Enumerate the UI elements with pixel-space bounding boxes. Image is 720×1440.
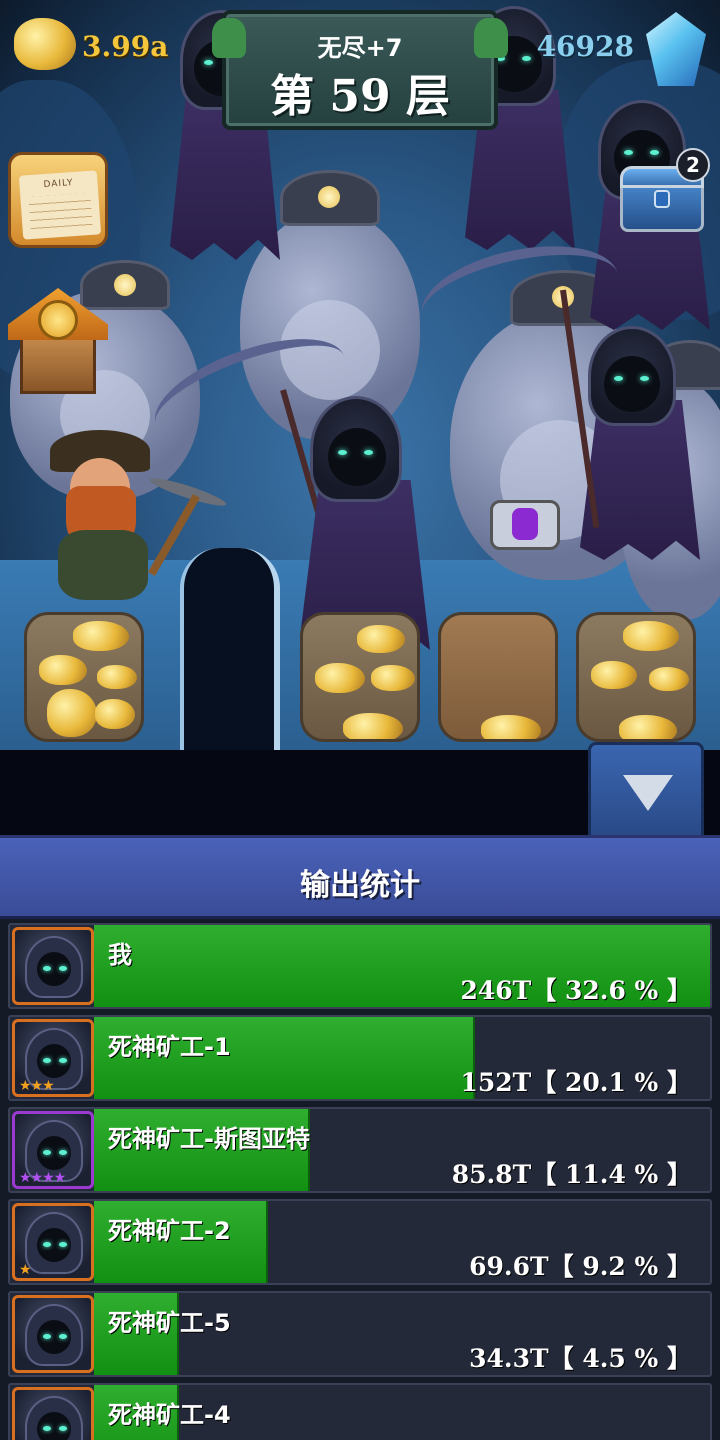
reaper-miner[interactable] [142,318,440,650]
dug-shaft [180,548,280,758]
chest-count-badge: 2 [676,148,710,182]
reaper-avatar[interactable]: ★★★★ [12,1111,94,1189]
reaper-avatar[interactable] [12,927,94,1005]
damage-value: 246T【 32.6 % 】 [460,976,692,1005]
miner-name: 我 [108,941,132,969]
panel-title: 输出统计 [300,868,420,903]
reaper-avatar[interactable] [12,1295,94,1373]
reaper-avatar[interactable] [12,1387,94,1440]
triangle-down-icon [623,775,673,811]
treasure-chest-button[interactable]: 2 [620,148,710,232]
reaper-avatar[interactable]: ★★★ [12,1019,94,1097]
damage-value: 69.6T【 9.2 % 】 [469,1252,692,1281]
stats-row[interactable]: 死神矿工-5 34.3T【 4.5 % 】 [8,1291,712,1377]
damage-stats-panel: 输出统计 我 246T【 32.6 % 】 ★★★ 死神矿工-1 152T【 20.1 … [0,835,720,1440]
panel-header: 输出统计 [0,835,720,919]
miner-name: 死神矿工-斯图亚特 [108,1125,310,1153]
miner-name: 死神矿工-4 [108,1401,231,1429]
calendar-icon: DAILY [18,170,102,240]
daily-calendar-button[interactable]: DAILY [8,152,108,248]
damage-value: 85.8T【 11.4 % 】 [451,1160,692,1189]
reaper-avatar[interactable]: ★ [12,1203,94,1281]
stats-row[interactable]: 死神矿工-4 [8,1383,712,1440]
gold-icon [14,18,76,70]
floor-number: 第 59 层 [270,71,450,122]
gem-amount: 46928 [536,30,634,63]
star-rating: ★★★★ [19,1170,66,1186]
floor-mode: 无尽+7 [317,34,403,62]
miner-name: 死神矿工-5 [108,1309,231,1337]
coin-icon [38,300,78,340]
miner-name: 死神矿工-1 [108,1033,231,1061]
gold-amount: 3.99a [82,30,169,63]
shop-button[interactable] [8,288,108,398]
star-rating: ★★★ [19,1078,55,1094]
floor-sign: 无尽+7 第 59 层 [212,10,508,130]
gold-ore-block[interactable] [24,612,144,742]
stats-row[interactable]: ★★★ 死神矿工-1 152T【 20.1 % 】 [8,1015,712,1101]
dirt-block[interactable] [438,612,558,742]
daily-label: DAILY [43,178,74,191]
stats-row[interactable]: 我 246T【 32.6 % 】 [8,923,712,1009]
stats-row[interactable]: ★ 死神矿工-2 69.6T【 9.2 % 】 [8,1199,712,1285]
collapse-panel-button[interactable] [588,742,704,835]
gold-ore-block[interactable] [300,612,420,742]
damage-value: 34.3T【 4.5 % 】 [469,1344,692,1373]
lock-icon [654,190,670,208]
miner-name: 死神矿工-2 [108,1217,231,1245]
stats-row[interactable]: ★★★★ 死神矿工-斯图亚特 85.8T【 11.4 % 】 [8,1107,712,1193]
game-scene[interactable]: 3.99a 无尽+7 第 59 层 46928 DAILY 2 [0,0,720,835]
damage-value: 152T【 20.1 % 】 [460,1068,692,1097]
star-rating: ★ [19,1262,32,1278]
gold-ore-block[interactable] [576,612,696,742]
